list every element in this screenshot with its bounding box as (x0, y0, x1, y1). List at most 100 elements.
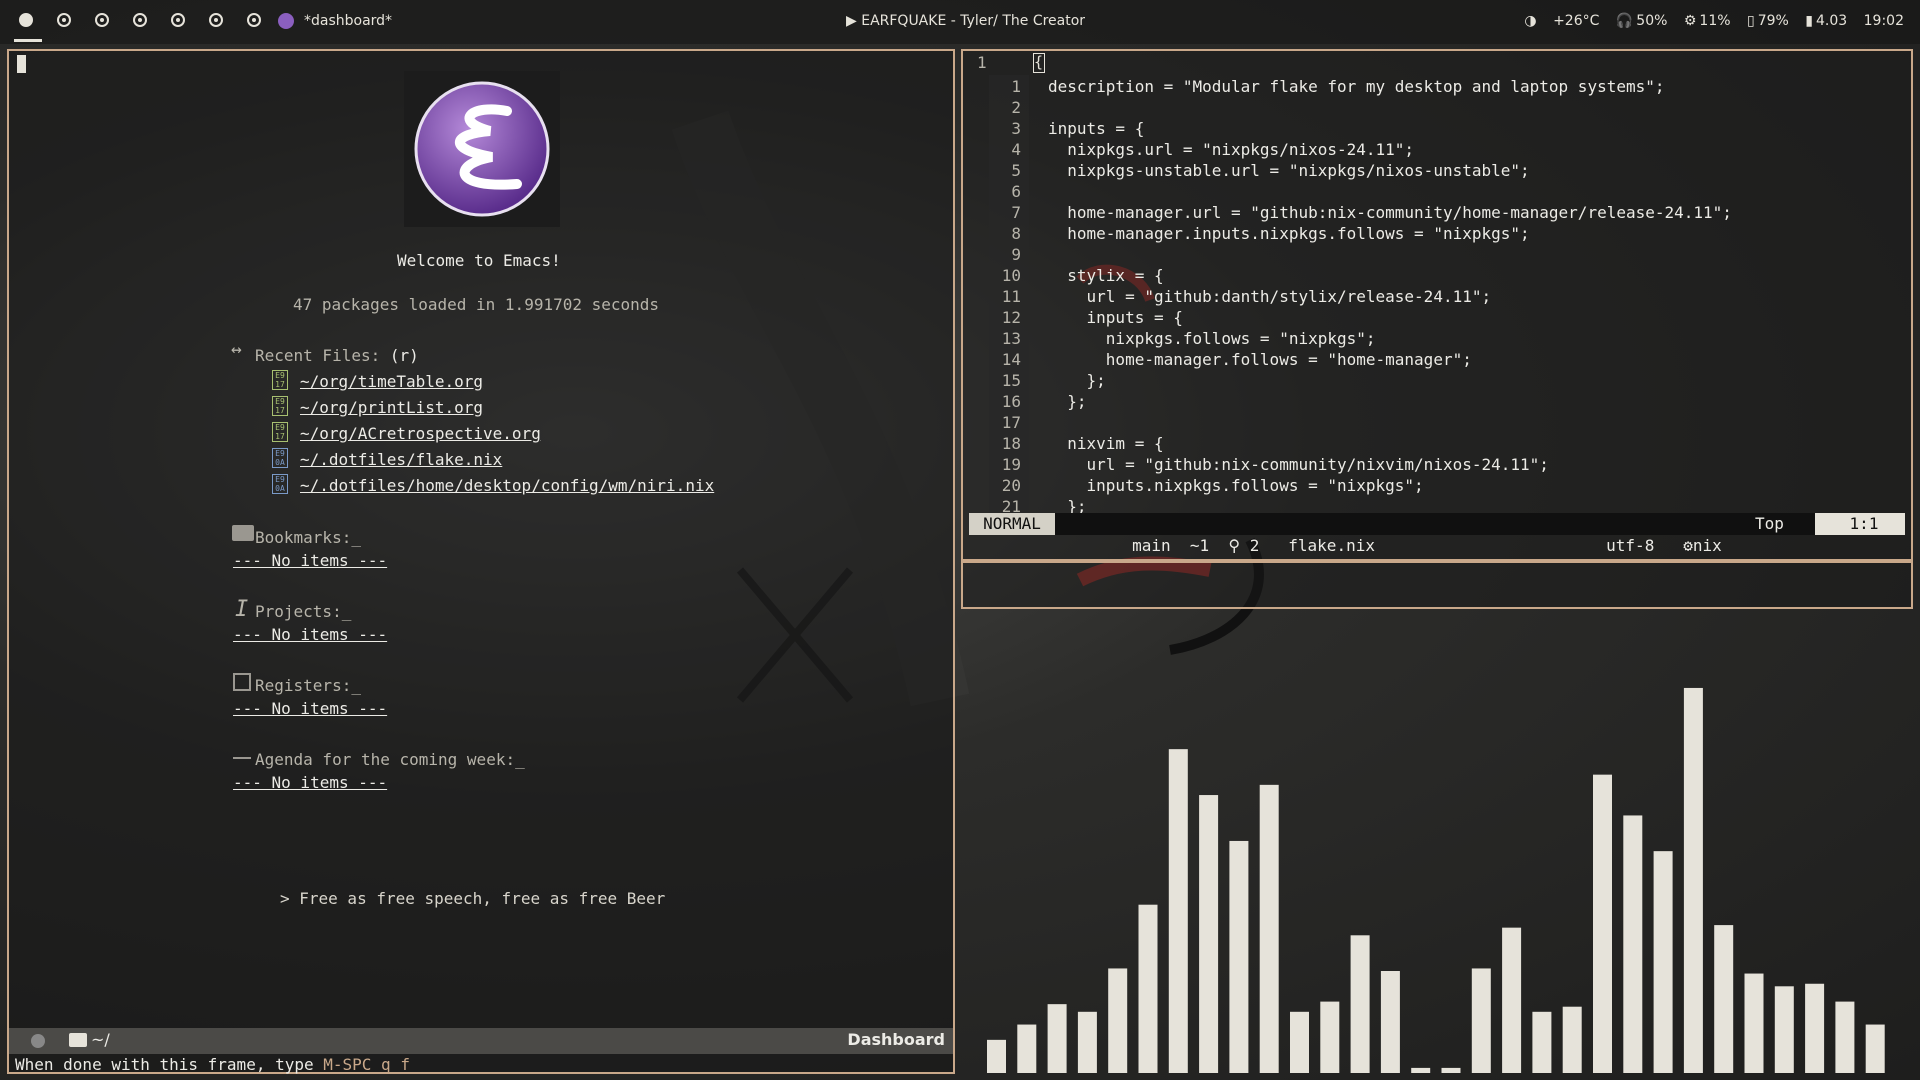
line-number: 10 (1001, 266, 1021, 285)
org-file-icon: E9 17 (272, 370, 288, 390)
workspace-1-indicator[interactable] (19, 13, 33, 27)
editor-frame[interactable]: 1 { 1 2 3 4 5 6 7 8 9 10 11 12 13 14 15 16 17 18 19 20 21 de… (961, 49, 1913, 609)
workspace-5-indicator[interactable] (171, 13, 185, 27)
line-number: 14 (1001, 350, 1021, 369)
code-line[interactable]: inputs.nixpkgs.follows = "nixpkgs"; (1048, 476, 1424, 495)
visualizer-bar (1471, 968, 1491, 1073)
line-number: 9 (1011, 245, 1021, 264)
code-line[interactable]: home-manager.inputs.nixpkgs.follows = "n… (1048, 224, 1529, 243)
line-number: 3 (1011, 119, 1021, 138)
registers-empty: --- No items --- (233, 699, 388, 718)
line-number: 16 (1001, 392, 1021, 411)
recent-files-key: (r) (389, 346, 419, 365)
line-number: 18 (1001, 434, 1021, 453)
visualizer-bar (1077, 1011, 1097, 1073)
cursor (17, 55, 26, 73)
visualizer-bar (1774, 986, 1794, 1073)
workspace-4-indicator[interactable] (133, 13, 147, 27)
visualizer-bar (1380, 971, 1400, 1073)
visualizer-bar (1562, 1006, 1582, 1073)
visualizer-bar (1835, 1001, 1855, 1073)
code-line[interactable]: }; (1048, 392, 1086, 411)
registers-heading[interactable]: Registers:_ (255, 676, 361, 695)
code-line[interactable]: stylix = { (1048, 266, 1163, 285)
volume-readout[interactable]: 50% (1636, 13, 1667, 29)
emacs-dashboard-frame[interactable]: Welcome to Emacs! 47 packages loaded in … (7, 49, 955, 1074)
emacs-logo-icon (414, 81, 550, 217)
cpu-readout: 11% (1699, 13, 1731, 29)
clock: 19:02 (1863, 13, 1904, 29)
recent-file-link[interactable]: ~/org/timeTable.org (300, 372, 483, 391)
emacs-logo-container (404, 71, 560, 227)
workspace-7-indicator[interactable] (247, 13, 261, 27)
code-line[interactable]: nixpkgs.follows = "nixpkgs"; (1048, 329, 1376, 348)
line-number: 13 (1001, 329, 1021, 348)
workspace-2-indicator[interactable] (57, 13, 71, 27)
visualizer-bar (1653, 851, 1673, 1073)
org-file-icon: E9 17 (272, 396, 288, 416)
recent-file-link[interactable]: ~/org/printList.org (300, 398, 483, 417)
echo-message: When done with this frame, type (15, 1055, 324, 1074)
memory-readout: 79% (1757, 13, 1789, 29)
visualizer-bar (987, 1039, 1006, 1073)
line-number: 2 (1011, 98, 1021, 117)
recent-files-title: Recent Files: (255, 346, 390, 365)
code-line[interactable]: }; (1048, 371, 1106, 390)
visualizer-bar (1865, 1024, 1885, 1073)
visualizer-bar (1259, 784, 1279, 1073)
code-line[interactable]: url = "github:danth/stylix/release-24.11… (1048, 287, 1492, 306)
line-number: 7 (1011, 203, 1021, 222)
visualizer-bar (1441, 1067, 1461, 1073)
code-line[interactable]: nixpkgs.url = "nixpkgs/nixos-24.11"; (1048, 140, 1414, 159)
recent-file-link[interactable]: ~/.dotfiles/home/desktop/config/wm/niri.… (300, 476, 714, 495)
top-bar: *dashboard* ▶ EARFQUAKE - Tyler/ The Cre… (0, 0, 1920, 44)
visualizer-bar (1683, 687, 1703, 1073)
code-line[interactable]: home-manager.url = "github:nix-community… (1048, 203, 1732, 222)
buffer-name: Dashboard (847, 1030, 945, 1049)
workspace-3-indicator[interactable] (95, 13, 109, 27)
recent-files-icon: ↔ (231, 339, 242, 360)
projects-heading[interactable]: Projects:_ (255, 602, 351, 621)
code-line[interactable]: home-manager.follows = "home-manager"; (1048, 350, 1472, 369)
recent-file-link[interactable]: ~/org/ACretrospective.org (300, 424, 541, 443)
recent-file-link[interactable]: ~/.dotfiles/flake.nix (300, 450, 502, 469)
tab-number[interactable]: 1 (977, 53, 987, 72)
vim-mode-indicator: NORMAL (969, 513, 1055, 535)
load-icon: ▮ (1805, 13, 1814, 29)
code-line[interactable]: nixvim = { (1048, 434, 1163, 453)
line-number: 17 (1001, 413, 1021, 432)
line-number-gutter: 1 2 3 4 5 6 7 8 9 10 11 12 13 14 15 16 17 18 19 20 21 (989, 75, 1029, 520)
visualizer-bar (1350, 935, 1370, 1073)
audio-visualizer (961, 559, 1913, 1074)
line-number: 1 (1011, 77, 1021, 96)
workspace-6-indicator[interactable] (209, 13, 223, 27)
visualizer-bar (1290, 1011, 1309, 1073)
temperature-readout: +26°C (1553, 13, 1600, 29)
line-number: 11 (1001, 287, 1021, 306)
bookmarks-heading[interactable]: Bookmarks:_ (255, 528, 361, 547)
agenda-heading[interactable]: Agenda for the coming week:_ (255, 750, 525, 769)
welcome-message: Welcome to Emacs! (397, 251, 561, 270)
code-line[interactable]: inputs = { (1048, 308, 1183, 327)
cursor: { (1033, 53, 1045, 73)
statusline-segments: main ~1 ⚲ 2 flake.nix utf-8 ⚙nix Top (1055, 513, 1815, 555)
line-number: 15 (1001, 371, 1021, 390)
registers-icon (233, 673, 251, 691)
visualizer-bar (1199, 795, 1219, 1073)
code-line[interactable]: url = "github:nix-community/nixvim/nixos… (1048, 455, 1549, 474)
visualizer-bar (1593, 774, 1612, 1073)
weather-icon: ◑ (1524, 13, 1537, 29)
code-line[interactable]: inputs = { (1048, 119, 1144, 138)
visualizer-bar (1138, 904, 1158, 1073)
visualizer-bar (1047, 1004, 1067, 1073)
visualizer-bar (1744, 973, 1764, 1073)
code-line[interactable]: description = "Modular flake for my desk… (1048, 77, 1665, 96)
bookmarks-empty: --- No items --- (233, 551, 388, 570)
code-line[interactable]: nixpkgs-unstable.url = "nixpkgs/nixos-un… (1048, 161, 1529, 180)
statusline-info: main ~1 ⚲ 2 flake.nix utf-8 ⚙nix (1112, 536, 1742, 555)
visualizer-bar (1714, 925, 1734, 1073)
line-number: 12 (1001, 308, 1021, 327)
projects-icon: I (235, 597, 249, 622)
media-now-playing[interactable]: ▶ EARFQUAKE - Tyler/ The Creator (846, 13, 1085, 29)
nix-file-icon: E9 0A (272, 474, 288, 494)
